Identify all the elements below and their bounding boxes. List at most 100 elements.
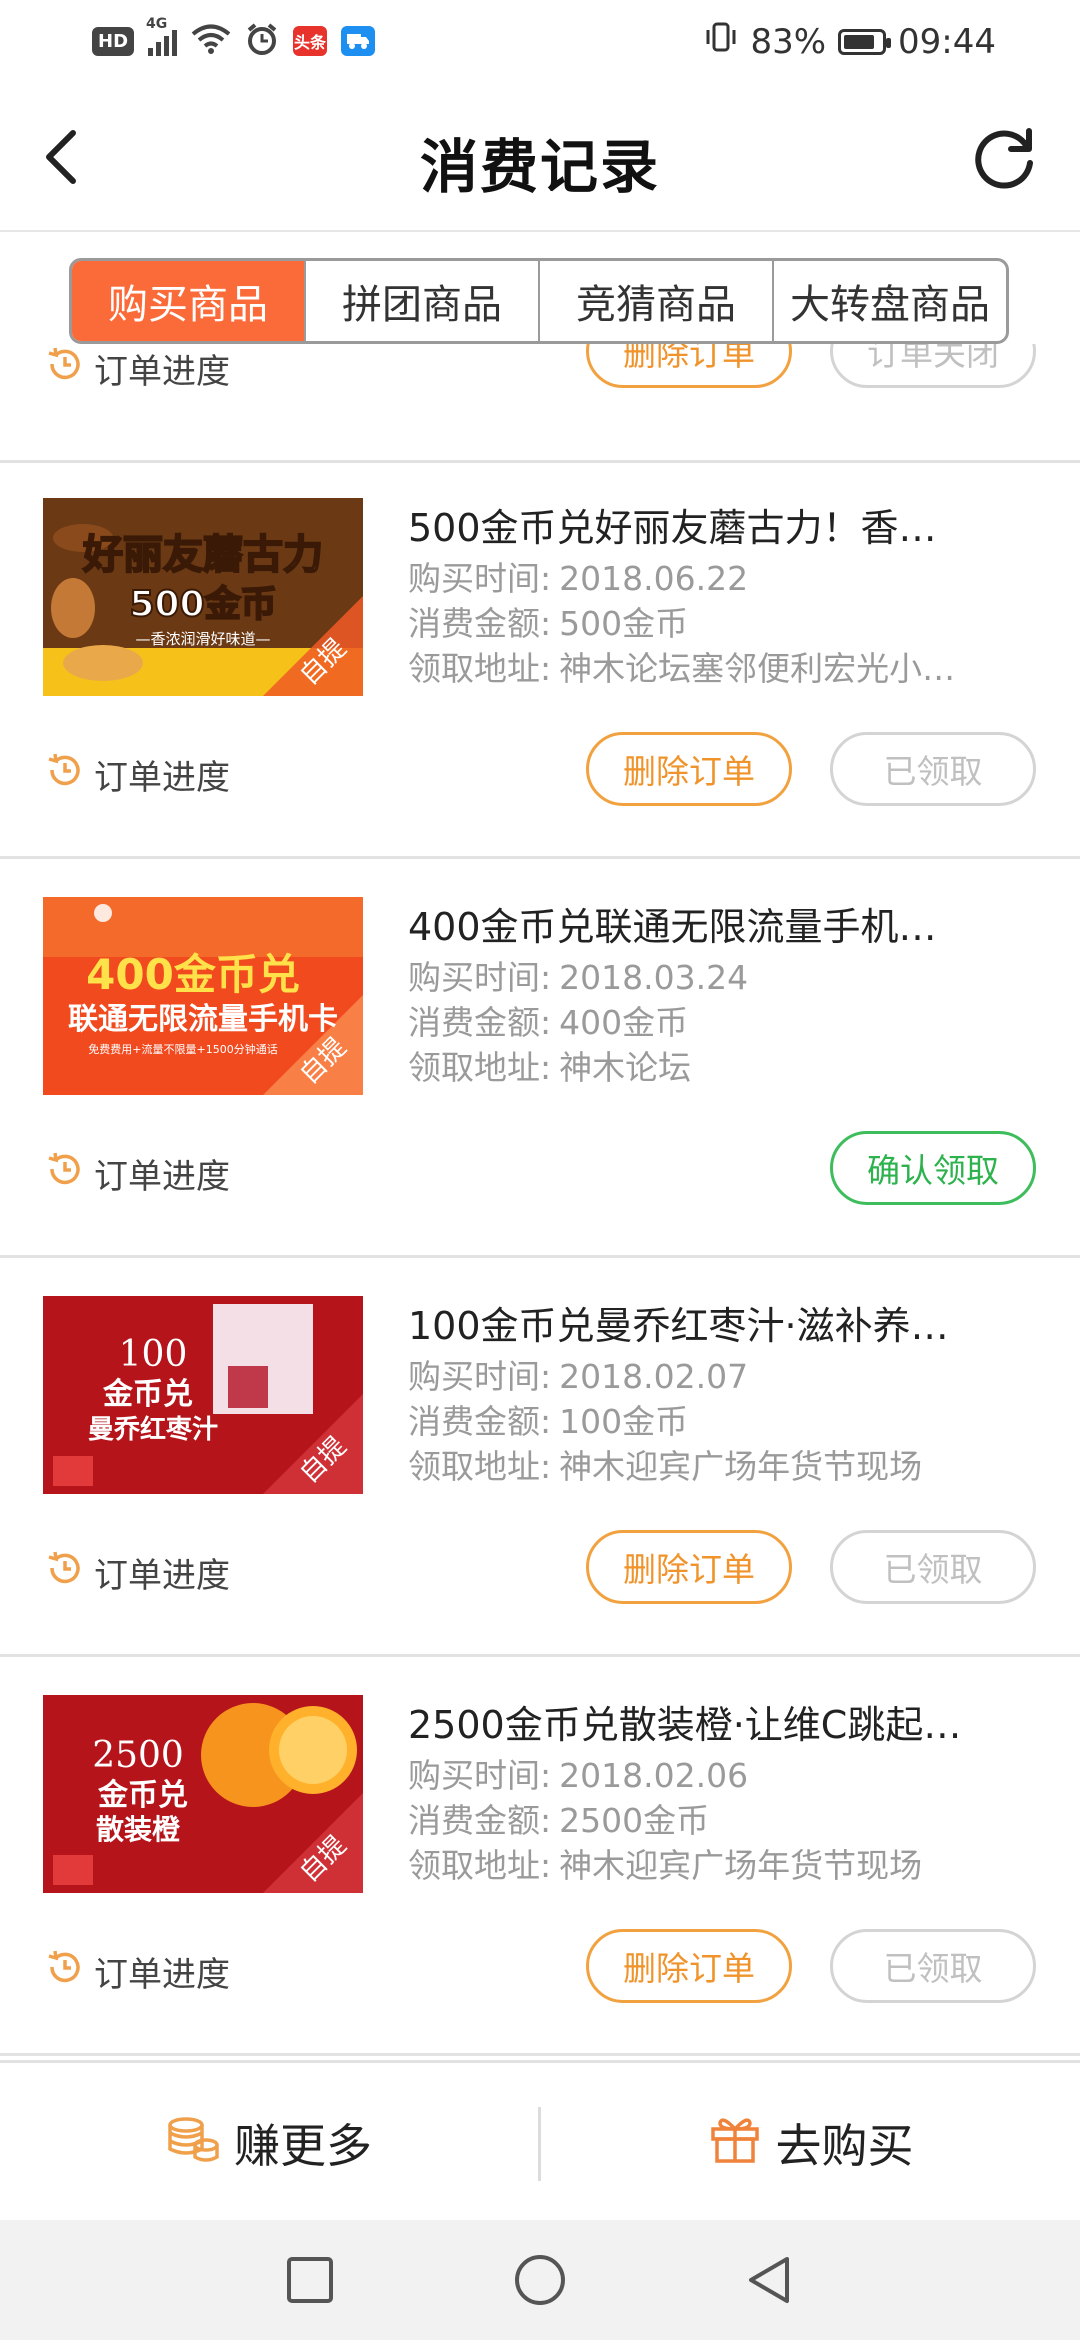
buy-time-row: 购买时间: 2018.06.22 — [408, 559, 749, 598]
refresh-icon — [975, 128, 1033, 189]
clock-history-icon — [44, 1149, 84, 1198]
buy-time-row: 购买时间: 2018.02.06 — [408, 1756, 749, 1795]
system-navigation-bar — [0, 2220, 1080, 2340]
amount-row: 消费金额: 2500金币 — [408, 1801, 710, 1840]
order-card[interactable]: 100 金币兑 曼乔红枣汁 自提 100金币兑曼乔红枣汁·滋补养… 购买时间: 2… — [0, 1258, 1080, 1657]
product-thumbnail[interactable]: 2500 金币兑 散装橙 自提 — [43, 1695, 363, 1893]
delete-order-button[interactable]: 删除订单 — [586, 344, 792, 388]
recent-apps-button[interactable] — [278, 2248, 342, 2312]
battery-level-fill — [844, 34, 875, 49]
order-progress-link[interactable]: 订单进度 — [44, 1149, 230, 1198]
tab-wheel[interactable]: 大转盘商品 — [774, 261, 1006, 341]
received-button[interactable]: 已领取 — [830, 732, 1036, 806]
order-progress-link[interactable]: 订单进度 — [44, 750, 230, 799]
status-icons-left: HD 4G 头条 — [92, 16, 376, 60]
tab-group-buy[interactable]: 拼团商品 — [306, 261, 540, 341]
order-title[interactable]: 400金币兑联通无限流量手机… — [408, 899, 1038, 955]
order-title[interactable]: 2500金币兑散装橙·让维C跳起… — [408, 1697, 1038, 1753]
thumb-text-2: 金币兑 — [102, 1377, 193, 1412]
thumb-text-3: —香浓润滑好味道— — [135, 630, 270, 648]
clock-history-icon — [44, 344, 84, 393]
address-row: 领取地址: 神木迎宾广场年货节现场 — [408, 1447, 923, 1486]
thumb-text-2: 联通无限流量手机卡 — [68, 1002, 338, 1037]
order-info: 2500金币兑散装橙·让维C跳起… 购买时间: 2018.02.06 消费金额: 2… — [408, 1697, 1038, 1888]
order-progress-label: 订单进度 — [94, 758, 230, 798]
vibrate-icon — [704, 20, 738, 63]
thumb-text-1: 2500 — [92, 1735, 184, 1776]
address-row: 领取地址: 神木论坛塞邻便利宏光小… — [408, 649, 956, 688]
order-info: 400金币兑联通无限流量手机… 购买时间: 2018.03.24 消费金额: 400… — [408, 899, 1038, 1090]
address-row: 领取地址: 神木论坛 — [408, 1048, 692, 1087]
thumb-text-3: 曼乔红枣汁 — [88, 1414, 218, 1445]
order-progress-label: 订单进度 — [94, 1955, 230, 1995]
product-thumbnail[interactable]: 好丽友蘑古力 500金币 —香浓润滑好味道— 自提 — [43, 498, 363, 696]
page-title: 消费记录 — [419, 133, 660, 201]
battery-percent: 83% — [750, 21, 827, 62]
toutiao-app-icon: 头条 — [293, 26, 328, 56]
order-progress-link[interactable]: 订单进度 — [44, 1548, 230, 1597]
order-progress-label: 订单进度 — [94, 352, 230, 392]
category-tabs: 购买商品 拼团商品 竞猜商品 大转盘商品 — [69, 258, 1009, 344]
thumb-text-3: 散装橙 — [96, 1813, 181, 1846]
order-info: 500金币兑好丽友蘑古力！香… 购买时间: 2018.06.22 消费金额: 500… — [408, 500, 1038, 691]
earn-more-button[interactable]: 赚更多 — [0, 2063, 538, 2223]
delivery-app-icon — [341, 26, 376, 56]
gift-icon — [708, 2111, 762, 2176]
thumb-text-2: 金币兑 — [97, 1778, 188, 1813]
clock-history-icon — [44, 1548, 84, 1597]
clock: 09:44 — [898, 21, 996, 62]
navigation-bar: 消费记录 — [0, 86, 1080, 232]
order-progress-link[interactable]: 订单进度 — [44, 344, 230, 393]
confirm-receipt-button[interactable]: 确认领取 — [830, 1131, 1036, 1205]
product-thumbnail[interactable]: 100 金币兑 曼乔红枣汁 自提 — [43, 1296, 363, 1494]
address-row: 领取地址: 神木迎宾广场年货节现场 — [408, 1846, 923, 1885]
order-list[interactable]: 订单进度 删除订单 订单关闭 好丽友蘑古力 500金币 —香浓润滑好味道— 自提… — [0, 344, 1080, 2060]
order-progress-link[interactable]: 订单进度 — [44, 1947, 230, 1996]
bottom-action-bar: 赚更多 去购买 — [0, 2060, 1080, 2223]
battery-icon — [838, 28, 892, 55]
delete-order-button[interactable]: 删除订单 — [586, 732, 792, 806]
order-card[interactable]: 好丽友蘑古力 500金币 —香浓润滑好味道— 自提 500金币兑好丽友蘑古力！香… — [0, 460, 1080, 859]
order-card[interactable]: 400金币兑 联通无限流量手机卡 免费费用+流量不限量+1500分钟通话 自提 … — [0, 859, 1080, 1258]
status-icons-right: 83% 09:44 — [704, 20, 996, 63]
refresh-button[interactable] — [966, 120, 1042, 196]
thumb-text-3: 免费费用+流量不限量+1500分钟通话 — [88, 1042, 277, 1056]
order-card-partial: 订单进度 删除订单 订单关闭 — [0, 344, 1080, 463]
alarm-icon — [245, 22, 279, 60]
amount-row: 消费金额: 500金币 — [408, 604, 689, 643]
order-card[interactable]: 2500 金币兑 散装橙 自提 2500金币兑散装橙·让维C跳起… 购买时间: 2… — [0, 1657, 1080, 2056]
hd-indicator: HD — [92, 26, 135, 56]
amount-row: 消费金额: 100金币 — [408, 1402, 689, 1441]
tab-purchase[interactable]: 购买商品 — [72, 261, 306, 341]
go-buy-button[interactable]: 去购买 — [541, 2063, 1080, 2223]
buy-time-row: 购买时间: 2018.03.24 — [408, 958, 749, 997]
earn-more-label: 赚更多 — [234, 2119, 372, 2173]
thumb-text-1: 100 — [119, 1334, 188, 1375]
order-closed-button[interactable]: 订单关闭 — [830, 344, 1036, 388]
coin-stack-icon — [166, 2111, 220, 2176]
order-progress-label: 订单进度 — [94, 1157, 230, 1197]
wifi-icon — [191, 23, 231, 59]
cellular-signal-icon: 4G — [146, 16, 178, 56]
home-button[interactable] — [508, 2248, 572, 2312]
tab-guess[interactable]: 竞猜商品 — [540, 261, 774, 341]
clock-history-icon — [44, 1947, 84, 1996]
order-info: 100金币兑曼乔红枣汁·滋补养… 购买时间: 2018.02.07 消费金额: 10… — [408, 1298, 1038, 1489]
go-buy-label: 去购买 — [775, 2119, 914, 2173]
order-title[interactable]: 500金币兑好丽友蘑古力！香… — [408, 500, 1038, 556]
received-button[interactable]: 已领取 — [830, 1530, 1036, 1604]
circle-icon — [515, 2255, 565, 2305]
delete-order-button[interactable]: 删除订单 — [586, 1530, 792, 1604]
order-progress-label: 订单进度 — [94, 1556, 230, 1596]
thumb-text-1: 400金币兑 — [86, 950, 300, 999]
order-title[interactable]: 100金币兑曼乔红枣汁·滋补养… — [408, 1298, 1038, 1354]
thumb-text-1: 好丽友蘑古力 — [82, 532, 323, 578]
triangle-back-icon — [749, 2257, 789, 2303]
product-thumbnail[interactable]: 400金币兑 联通无限流量手机卡 免费费用+流量不限量+1500分钟通话 自提 — [43, 897, 363, 1095]
buy-time-row: 购买时间: 2018.02.07 — [408, 1357, 749, 1396]
delete-order-button[interactable]: 删除订单 — [586, 1929, 792, 2003]
received-button[interactable]: 已领取 — [830, 1929, 1036, 2003]
amount-row: 消费金额: 400金币 — [408, 1003, 689, 1042]
system-back-button[interactable] — [738, 2248, 802, 2312]
clock-history-icon — [44, 750, 84, 799]
